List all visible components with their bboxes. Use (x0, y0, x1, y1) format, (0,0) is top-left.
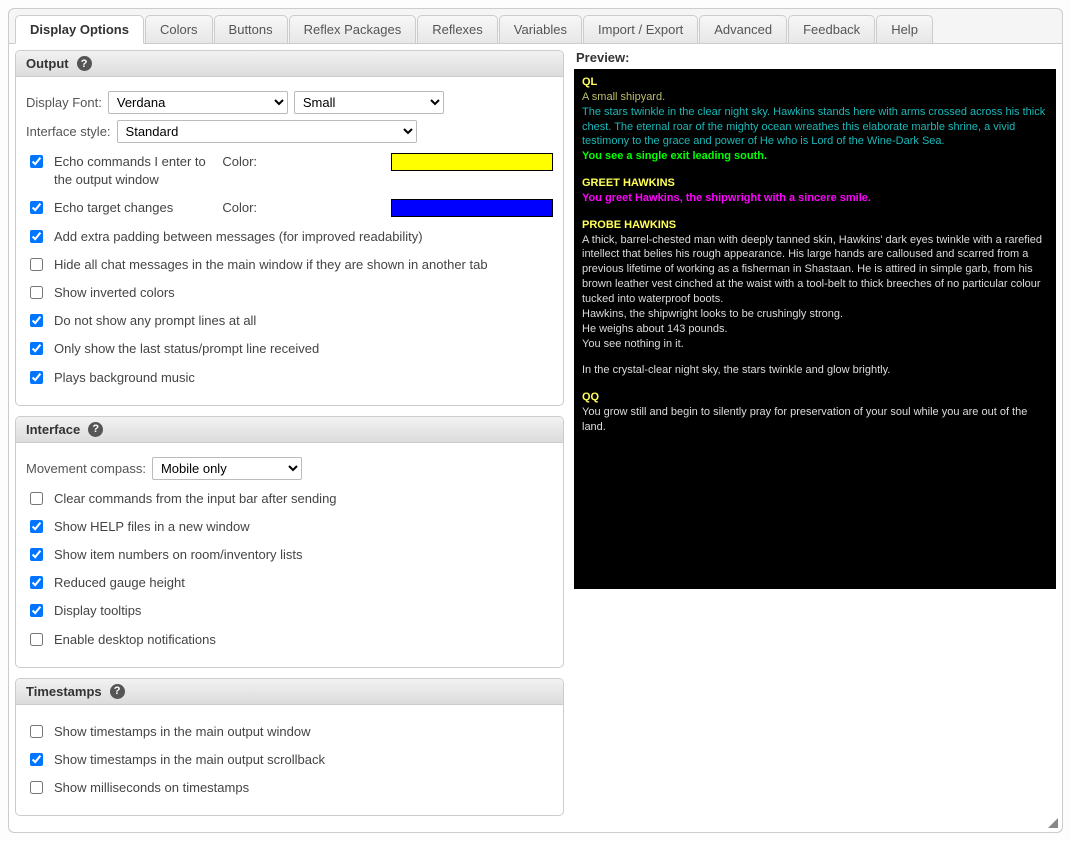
hide-chat-label: Hide all chat messages in the main windo… (54, 256, 553, 274)
interface-section: Interface ? Movement compass: Mobile onl… (15, 416, 564, 668)
help-icon[interactable]: ? (77, 56, 92, 71)
help-window-label: Show HELP files in a new window (54, 518, 553, 536)
tab-bar: Display Options Colors Buttons Reflex Pa… (9, 9, 1062, 43)
interface-header: Interface ? (16, 417, 563, 443)
timestamps-section: Timestamps ? Show timestamps in the main… (15, 678, 564, 817)
extra-padding-checkbox[interactable] (30, 230, 43, 243)
tab-reflexes[interactable]: Reflexes (417, 15, 498, 43)
extra-padding-label: Add extra padding between messages (for … (54, 228, 553, 246)
display-font-label: Display Font: (26, 95, 102, 110)
music-label: Plays background music (54, 369, 553, 387)
tab-reflex-packages[interactable]: Reflex Packages (289, 15, 417, 43)
timestamps-header: Timestamps ? (16, 679, 563, 705)
no-prompt-checkbox[interactable] (30, 314, 43, 327)
preview-text: Hawkins, the shipwright looks to be crus… (582, 307, 1048, 322)
content-area: Output ? Display Font: Verdana Small (9, 43, 1062, 832)
preview-text: He weighs about 143 pounds. (582, 322, 1048, 337)
clear-commands-label: Clear commands from the input bar after … (54, 490, 553, 508)
reduced-gauge-checkbox[interactable] (30, 576, 43, 589)
echo-target-checkbox[interactable] (30, 201, 43, 214)
interface-style-select[interactable]: Standard (117, 120, 417, 143)
tab-import-export[interactable]: Import / Export (583, 15, 698, 43)
help-icon[interactable]: ? (88, 422, 103, 437)
resize-grip-icon[interactable] (1048, 818, 1058, 828)
preview-text: You greet Hawkins, the shipwright with a… (582, 191, 1048, 206)
echo-target-color-swatch[interactable] (391, 199, 553, 217)
ts-millis-checkbox[interactable] (30, 781, 43, 794)
item-numbers-label: Show item numbers on room/inventory list… (54, 546, 553, 564)
echo-target-color-label: Color: (222, 199, 382, 217)
tab-advanced[interactable]: Advanced (699, 15, 787, 43)
preview-text: In the crystal-clear night sky, the star… (582, 363, 1048, 378)
inverted-label: Show inverted colors (54, 284, 553, 302)
tab-variables[interactable]: Variables (499, 15, 582, 43)
interface-style-label: Interface style: (26, 124, 111, 139)
echo-commands-color-swatch[interactable] (391, 153, 553, 171)
last-status-label: Only show the last status/prompt line re… (54, 340, 553, 358)
tooltips-label: Display tooltips (54, 602, 553, 620)
help-icon[interactable]: ? (110, 684, 125, 699)
output-section: Output ? Display Font: Verdana Small (15, 50, 564, 406)
last-status-checkbox[interactable] (30, 342, 43, 355)
preview-label: Preview: (574, 50, 1056, 65)
preview-text: PROBE HAWKINS (582, 218, 1048, 233)
tab-display-options[interactable]: Display Options (15, 15, 144, 44)
preview-text: GREET HAWKINS (582, 176, 1048, 191)
interface-title: Interface (26, 422, 80, 437)
reduced-gauge-label: Reduced gauge height (54, 574, 553, 592)
display-size-select[interactable]: Small (294, 91, 444, 114)
echo-commands-label: Echo commands I enter to the output wind… (54, 153, 214, 189)
preview-text: QL (582, 75, 1048, 90)
timestamps-title: Timestamps (26, 684, 102, 699)
settings-window: Display Options Colors Buttons Reflex Pa… (8, 8, 1063, 833)
right-column: Preview: QL A small shipyard. The stars … (570, 50, 1056, 826)
echo-commands-checkbox[interactable] (30, 155, 43, 168)
tab-buttons[interactable]: Buttons (214, 15, 288, 43)
tab-colors[interactable]: Colors (145, 15, 213, 43)
compass-label: Movement compass: (26, 461, 146, 476)
echo-target-label: Echo target changes (54, 199, 214, 217)
desktop-notif-label: Enable desktop notifications (54, 631, 553, 649)
tooltips-checkbox[interactable] (30, 604, 43, 617)
preview-text: A small shipyard. (582, 90, 1048, 105)
preview-text: QQ (582, 390, 1048, 405)
tab-feedback[interactable]: Feedback (788, 15, 875, 43)
ts-scrollback-label: Show timestamps in the main output scrol… (54, 751, 553, 769)
desktop-notif-checkbox[interactable] (30, 633, 43, 646)
tab-help[interactable]: Help (876, 15, 933, 43)
item-numbers-checkbox[interactable] (30, 548, 43, 561)
ts-main-output-label: Show timestamps in the main output windo… (54, 723, 553, 741)
music-checkbox[interactable] (30, 371, 43, 384)
ts-scrollback-checkbox[interactable] (30, 753, 43, 766)
help-window-checkbox[interactable] (30, 520, 43, 533)
preview-text: You see nothing in it. (582, 337, 1048, 352)
echo-commands-color-label: Color: (222, 153, 382, 171)
output-title: Output (26, 56, 69, 71)
left-column: Output ? Display Font: Verdana Small (15, 50, 570, 826)
preview-text: A thick, barrel-chested man with deeply … (582, 233, 1048, 307)
clear-commands-checkbox[interactable] (30, 492, 43, 505)
hide-chat-checkbox[interactable] (30, 258, 43, 271)
no-prompt-label: Do not show any prompt lines at all (54, 312, 553, 330)
preview-text: You grow still and begin to silently pra… (582, 405, 1048, 435)
preview-text: The stars twinkle in the clear night sky… (582, 105, 1048, 150)
preview-text: You see a single exit leading south. (582, 149, 1048, 164)
inverted-checkbox[interactable] (30, 286, 43, 299)
display-font-select[interactable]: Verdana (108, 91, 288, 114)
preview-pane: QL A small shipyard. The stars twinkle i… (574, 69, 1056, 589)
compass-select[interactable]: Mobile only (152, 457, 302, 480)
output-header: Output ? (16, 51, 563, 77)
ts-main-output-checkbox[interactable] (30, 725, 43, 738)
